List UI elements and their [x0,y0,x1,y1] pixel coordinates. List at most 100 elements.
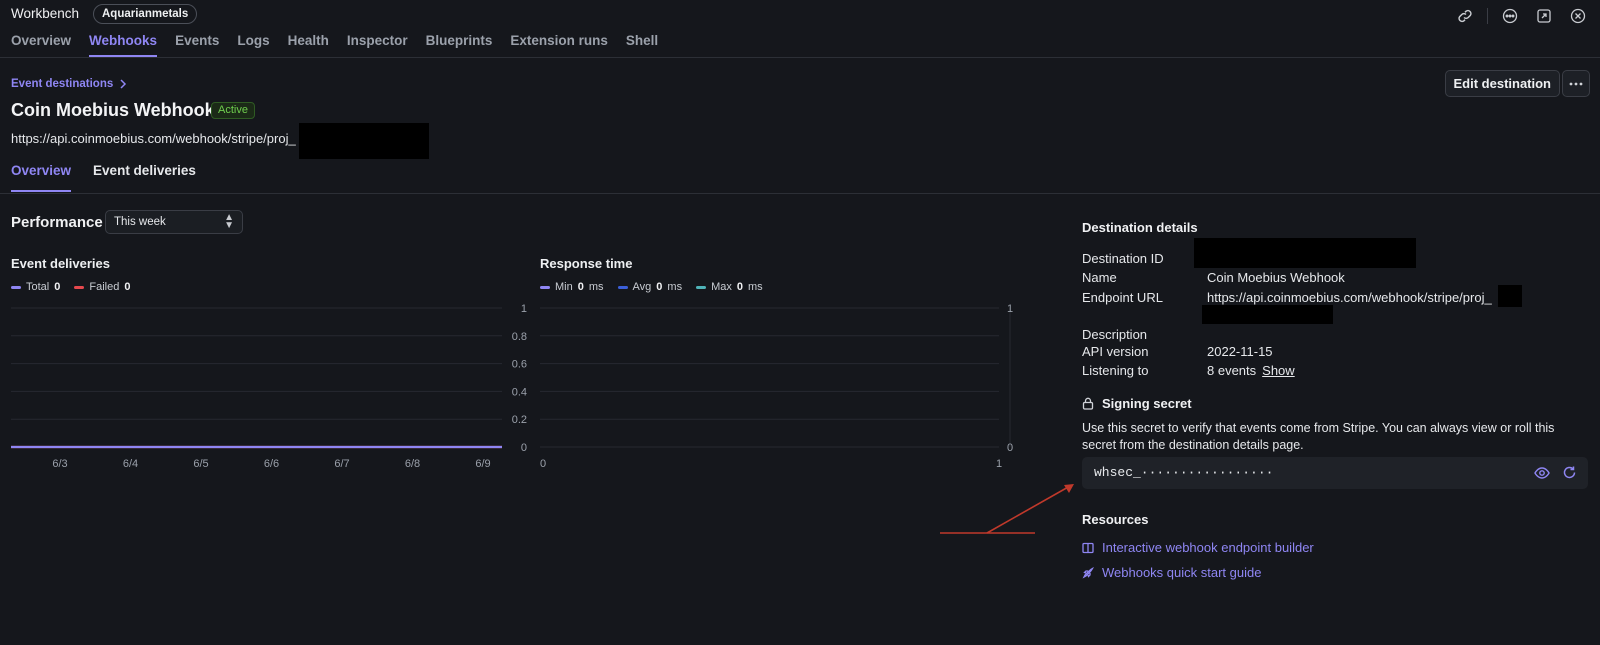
detail-endpoint-value: https://api.coinmoebius.com/webhook/stri… [1207,290,1492,305]
nav-inspector[interactable]: Inspector [347,33,408,57]
detail-name-value: Coin Moebius Webhook [1207,270,1345,285]
x-tick-label: 6/6 [264,458,279,470]
response-time-chart-title: Response time [540,256,633,271]
event-deliveries-legend: Total 0 Failed 0 [11,281,130,293]
y-tick-label: 0 [521,442,527,454]
nav-events[interactable]: Events [175,33,219,57]
x-tick-label: 6/3 [52,458,67,470]
legend-label: Total [26,281,50,293]
breadcrumb[interactable]: Event destinations [11,78,127,90]
signing-secret-value: whsec_················· [1094,465,1274,480]
book-icon [1082,542,1094,553]
quick-start-guide-link[interactable]: Webhooks quick start guide [1082,565,1261,580]
detail-label: Listening to [1082,363,1149,378]
eye-icon[interactable] [1534,466,1550,480]
redacted-destination-id [1194,238,1416,268]
detail-label: Destination ID [1082,251,1164,266]
signing-secret-field[interactable]: whsec_················· [1082,457,1588,489]
edit-destination-button[interactable]: Edit destination [1444,70,1560,97]
resource-link-label: Webhooks quick start guide [1102,565,1262,580]
legend-value: 0 [656,281,663,293]
nav-webhooks[interactable]: Webhooks [89,33,158,57]
signing-secret-title: Signing secret [1102,396,1192,411]
time-range-value: This week [114,216,166,228]
endpoint-url: https://api.coinmoebius.com/webhook/stri… [11,131,296,146]
nav-logs[interactable]: Logs [237,33,269,57]
legend-label: Failed [89,281,120,293]
page-title: Coin Moebius Webhook [11,100,215,120]
nav-extension-runs[interactable]: Extension runs [510,33,608,57]
resource-link-label: Interactive webhook endpoint builder [1102,540,1314,555]
legend-unit: ms [667,281,683,293]
detail-label: API version [1082,344,1149,359]
x-tick-label: 6/9 [475,458,490,470]
response-time-chart: 100 1 [540,303,1013,470]
legend-failed: Failed 0 [74,281,130,293]
y-tick-label: 0.6 [512,359,527,371]
show-events-link[interactable]: Show [1262,363,1295,378]
chevron-up-down-icon: ▲ ▼ [224,212,234,231]
description-line: Use this secret to verify that events co… [1082,421,1555,435]
legend-avg: Avg 0 ms [617,281,683,293]
detail-label: Name [1082,270,1117,285]
legend-swatch [74,285,85,289]
legend-label: Max [711,281,732,293]
legend-value: 0 [736,281,743,293]
legend-swatch [11,285,21,289]
link-icon[interactable] [1457,8,1473,24]
legend-max: Max 0 ms [696,281,763,293]
tab-event-deliveries[interactable]: Event deliveries [93,163,196,192]
more-actions-button[interactable] [1562,70,1590,97]
x-tick-label: 0 [540,458,546,470]
description-line: secret from the destination details page… [1082,438,1304,452]
redacted-endpoint-tail [1498,285,1522,307]
refresh-icon[interactable] [1562,465,1577,480]
legend-swatch [540,285,550,289]
account-switcher[interactable]: Aquarianmetals [93,4,198,24]
close-icon[interactable] [1570,8,1586,24]
nav-divider [0,57,1600,58]
more-horizontal-icon[interactable] [1502,8,1518,24]
tab-overview[interactable]: Overview [11,163,72,192]
legend-swatch [696,285,707,289]
events-count: 8 events [1207,363,1257,378]
performance-title: Performance [11,214,103,231]
webhook-builder-link[interactable]: Interactive webhook endpoint builder [1082,540,1314,555]
y-tick-label: 0.4 [512,386,527,398]
detail-listening-value: 8 events Show [1207,363,1295,378]
app-title: Workbench [11,6,80,21]
detail-tabs: Overview Event deliveries [11,163,196,192]
status-badge: Active [211,102,255,119]
detail-label: Description [1082,327,1148,342]
legend-total: Total 0 [11,281,60,293]
legend-min: Min 0 ms [540,281,604,293]
nav-health[interactable]: Health [288,33,329,57]
tabs-divider [0,193,1600,194]
nav-overview[interactable]: Overview [11,33,71,57]
y-tick-label: 1 [521,303,527,315]
toolbar-divider [1487,8,1488,24]
more-horizontal-icon [1569,82,1583,85]
destination-details-title: Destination details [1082,220,1198,235]
y-tick-label: 0.2 [512,414,527,426]
legend-swatch [617,285,628,289]
expand-icon[interactable] [1536,8,1552,24]
response-time-legend: Min 0 ms Avg 0 ms Max 0 ms [540,281,763,293]
time-range-select[interactable]: This week ▲ ▼ [105,210,243,234]
signing-secret-description: Use this secret to verify that events co… [1082,420,1554,454]
event-deliveries-chart-title: Event deliveries [11,256,110,271]
x-tick-label: 6/8 [405,458,420,470]
y-tick-label: 0 [1007,442,1013,454]
x-tick-label: 1 [996,458,1002,470]
chevron-right-icon [120,79,127,89]
y-tick-label: 1 [1007,303,1013,315]
legend-value: 0 [54,281,61,293]
redacted-block [299,123,429,159]
x-tick-label: 6/5 [193,458,208,470]
event-deliveries-chart: 1 0.8 0.6 0.4 0.2 0 6/3 6/4 6/5 6/6 6/7 6/8 6/9 [11,303,527,470]
annotation-arrow [940,484,1074,534]
signing-secret-header: Signing secret [1082,396,1192,411]
nav-shell[interactable]: Shell [626,33,658,57]
nav-blueprints[interactable]: Blueprints [426,33,493,57]
breadcrumb-label: Event destinations [11,78,114,90]
